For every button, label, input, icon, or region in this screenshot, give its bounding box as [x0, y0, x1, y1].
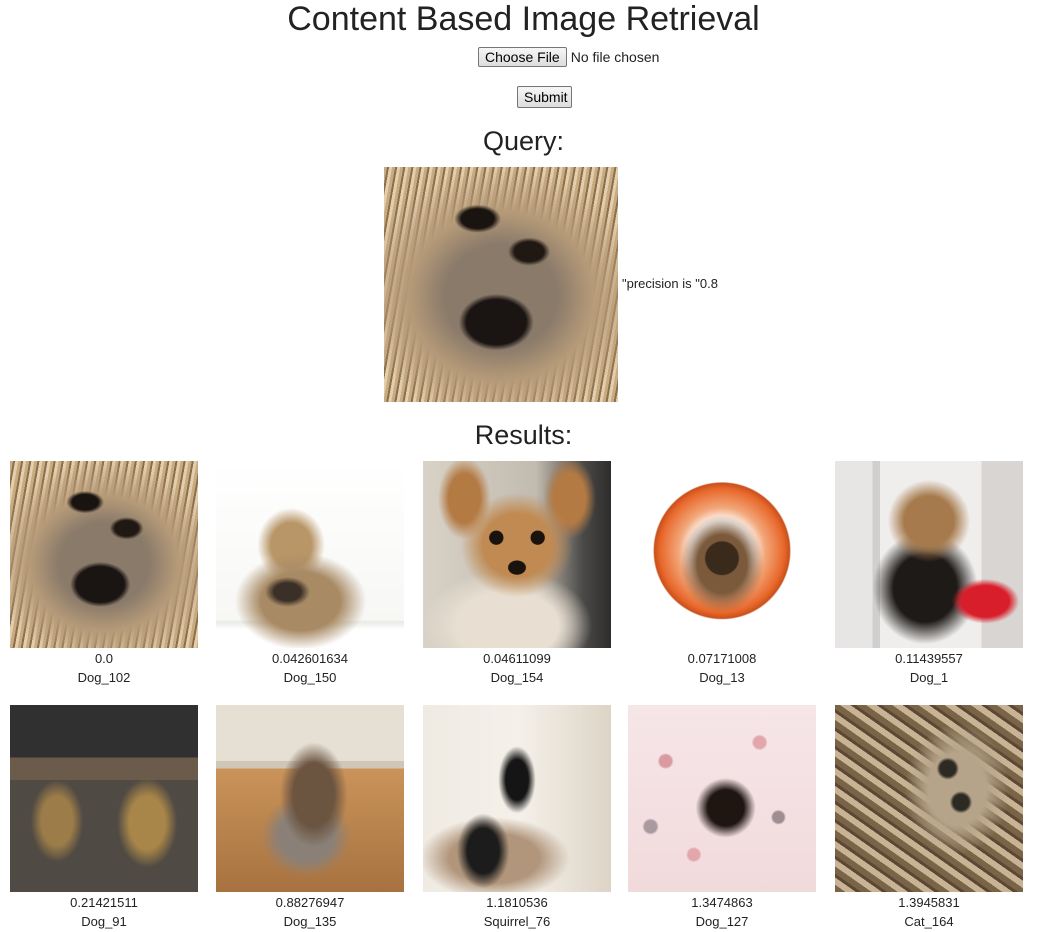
- precision-text: "precision is "0.8: [622, 276, 718, 291]
- result-label: Dog_127: [695, 914, 749, 929]
- page-title: Content Based Image Retrieval: [287, 0, 760, 38]
- result-item: 0.11439557 Dog_1: [835, 461, 1023, 687]
- result-image[interactable]: [423, 705, 611, 892]
- choose-file-button[interactable]: Choose File: [478, 47, 567, 67]
- result-label: Cat_164: [904, 914, 954, 929]
- file-status: No file chosen: [570, 49, 660, 65]
- result-label: Dog_150: [283, 670, 337, 685]
- result-image[interactable]: [835, 461, 1023, 648]
- result-item: 0.04611099 Dog_154: [423, 461, 611, 687]
- result-item: 1.1810536 Squirrel_76: [423, 705, 611, 931]
- query-image: [384, 167, 618, 402]
- result-score: 1.3945831: [898, 895, 960, 910]
- result-image[interactable]: [10, 461, 198, 648]
- result-score: 0.88276947: [275, 895, 345, 910]
- result-item: 0.07171008 Dog_13: [628, 461, 816, 687]
- result-label: Dog_135: [283, 914, 337, 929]
- result-score: 1.3474863: [691, 895, 753, 910]
- result-score: 0.21421511: [70, 895, 138, 910]
- result-image[interactable]: [216, 705, 404, 892]
- file-upload[interactable]: Choose File No file chosen: [478, 47, 659, 67]
- result-label: Dog_13: [699, 670, 745, 685]
- result-label: Dog_154: [490, 670, 544, 685]
- result-score: 0.042601634: [272, 651, 348, 666]
- result-item: 0.88276947 Dog_135: [216, 705, 404, 931]
- result-item: 1.3945831 Cat_164: [835, 705, 1023, 931]
- result-image[interactable]: [628, 461, 816, 648]
- result-label: Squirrel_76: [483, 914, 551, 929]
- result-label: Dog_1: [909, 670, 949, 685]
- result-score: 0.07171008: [687, 651, 757, 666]
- result-item: 0.0 Dog_102: [10, 461, 198, 687]
- result-score: 0.04611099: [483, 651, 551, 666]
- result-item: 0.042601634 Dog_150: [216, 461, 404, 687]
- query-heading: Query:: [482, 126, 565, 156]
- submit-button[interactable]: Submit: [517, 86, 572, 108]
- result-label: Dog_91: [81, 914, 127, 929]
- result-image[interactable]: [835, 705, 1023, 892]
- result-image[interactable]: [423, 461, 611, 648]
- result-score: 0.11439557: [895, 651, 963, 666]
- result-image[interactable]: [216, 461, 404, 648]
- result-score: 0.0: [94, 651, 114, 666]
- result-image[interactable]: [10, 705, 198, 892]
- result-item: 1.3474863 Dog_127: [628, 705, 816, 931]
- results-heading: Results:: [474, 420, 573, 450]
- result-item: 0.21421511 Dog_91: [10, 705, 198, 931]
- result-score: 1.1810536: [486, 895, 548, 910]
- result-image[interactable]: [628, 705, 816, 892]
- result-label: Dog_102: [77, 670, 131, 685]
